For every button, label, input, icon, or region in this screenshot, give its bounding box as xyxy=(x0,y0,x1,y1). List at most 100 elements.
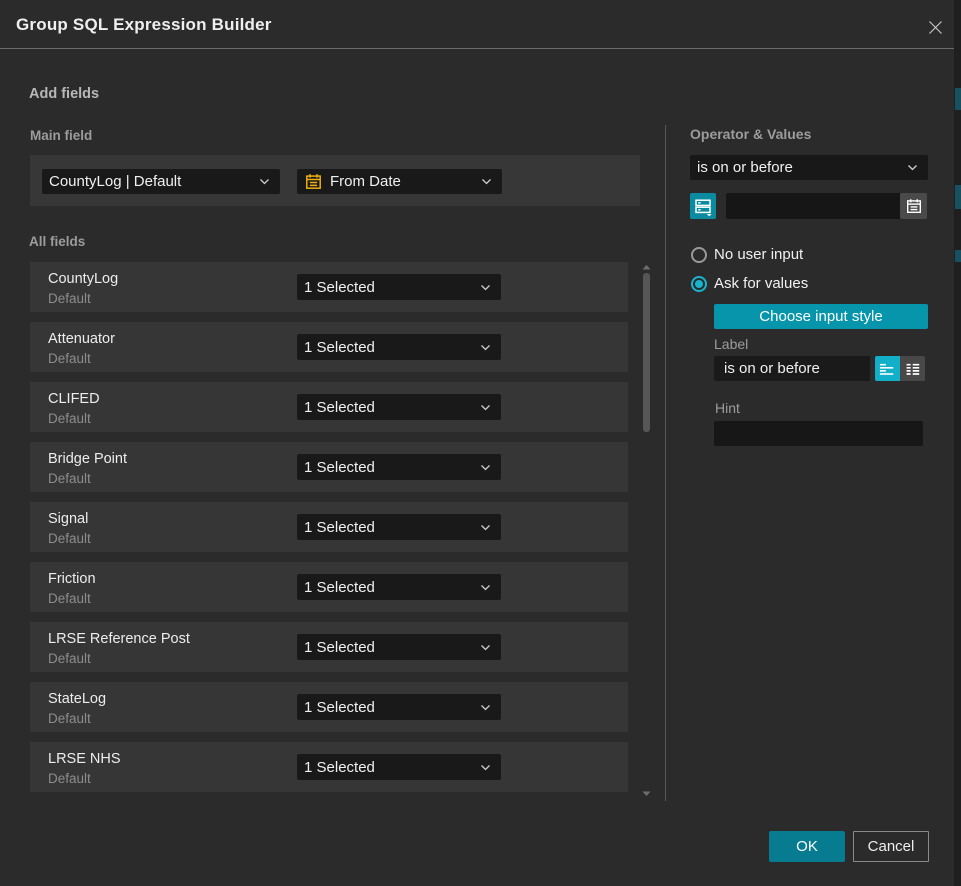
field-name: Signal xyxy=(48,511,88,527)
field-selected-dropdown[interactable]: 1 Selected xyxy=(297,514,501,540)
dialog-title: Group SQL Expression Builder xyxy=(16,15,272,35)
field-row: Bridge Point Default 1 Selected xyxy=(30,442,628,492)
chevron-down-icon xyxy=(480,584,491,591)
field-subtitle: Default xyxy=(48,351,91,366)
field-selected-dropdown[interactable]: 1 Selected xyxy=(297,694,501,720)
radio-checked-icon xyxy=(691,276,707,292)
field-row: Friction Default 1 Selected xyxy=(30,562,628,612)
add-fields-heading: Add fields xyxy=(29,86,99,102)
field-row: Attenuator Default 1 Selected xyxy=(30,322,628,372)
field-name: StateLog xyxy=(48,691,106,707)
chevron-down-icon xyxy=(259,178,270,185)
list-icon xyxy=(900,356,925,381)
cancel-button[interactable]: Cancel xyxy=(853,831,929,862)
field-selected-dropdown[interactable]: 1 Selected xyxy=(297,394,501,420)
value-calendar-button[interactable] xyxy=(900,193,927,219)
field-name: Bridge Point xyxy=(48,451,127,467)
field-selected-value: 1 Selected xyxy=(304,639,480,656)
field-selected-value: 1 Selected xyxy=(304,699,480,716)
field-selected-dropdown[interactable]: 1 Selected xyxy=(297,454,501,480)
chevron-down-icon xyxy=(480,704,491,711)
label-field-label: Label xyxy=(714,336,748,352)
field-name: LRSE Reference Post xyxy=(48,631,190,647)
background-fragment xyxy=(955,250,961,262)
chevron-down-icon xyxy=(480,764,491,771)
field-subtitle: Default xyxy=(48,651,91,666)
input-type-icon xyxy=(690,193,716,219)
scrollbar-down-arrow-icon[interactable] xyxy=(641,790,652,797)
chevron-down-icon xyxy=(480,404,491,411)
calendar-field-icon xyxy=(305,173,322,190)
field-name: CountyLog xyxy=(48,271,118,287)
main-field-layer-value: CountyLog | Default xyxy=(49,173,259,190)
background-app-strip xyxy=(954,0,961,886)
chevron-down-icon xyxy=(480,464,491,471)
main-field-layer-select[interactable]: CountyLog | Default xyxy=(42,169,280,194)
field-row: CLIFED Default 1 Selected xyxy=(30,382,628,432)
field-selected-dropdown[interactable]: 1 Selected xyxy=(297,754,501,780)
all-fields-label: All fields xyxy=(29,234,85,249)
radio-unchecked-icon xyxy=(691,247,707,263)
field-selected-dropdown[interactable]: 1 Selected xyxy=(297,634,501,660)
field-name: CLIFED xyxy=(48,391,100,407)
close-button[interactable] xyxy=(924,18,946,36)
hint-field-label: Hint xyxy=(715,400,740,416)
chevron-down-icon xyxy=(480,344,491,351)
field-selected-dropdown[interactable]: 1 Selected xyxy=(297,574,501,600)
background-fragment xyxy=(955,185,961,209)
field-subtitle: Default xyxy=(48,591,91,606)
field-row: LRSE Reference Post Default 1 Selected xyxy=(30,622,628,672)
field-name: Attenuator xyxy=(48,331,115,347)
choose-input-style-button[interactable]: Choose input style xyxy=(714,304,928,329)
main-field-label: Main field xyxy=(30,128,92,143)
field-selected-value: 1 Selected xyxy=(304,279,480,296)
operator-values-heading: Operator & Values xyxy=(690,126,811,142)
main-field-field-select[interactable]: From Date xyxy=(297,169,502,194)
value-input[interactable] xyxy=(726,193,900,219)
field-selected-value: 1 Selected xyxy=(304,399,480,416)
chevron-down-icon xyxy=(480,284,491,291)
field-selected-value: 1 Selected xyxy=(304,759,480,776)
field-subtitle: Default xyxy=(48,531,91,546)
all-fields-list: CountyLog Default 1 Selected Attenuator … xyxy=(30,262,628,802)
field-row: Signal Default 1 Selected xyxy=(30,502,628,552)
vertical-divider xyxy=(665,125,666,801)
align-left-icon xyxy=(875,356,900,381)
field-selected-value: 1 Selected xyxy=(304,519,480,536)
field-selected-value: 1 Selected xyxy=(304,339,480,356)
field-selected-value: 1 Selected xyxy=(304,579,480,596)
radio-ask-for-values-label: Ask for values xyxy=(714,275,808,292)
close-icon xyxy=(928,20,943,35)
radio-no-user-input[interactable]: No user input xyxy=(691,246,803,263)
field-selected-value: 1 Selected xyxy=(304,459,480,476)
label-style-segment xyxy=(875,356,925,381)
scrollbar-thumb[interactable] xyxy=(643,273,650,432)
background-fragment xyxy=(955,88,961,110)
scrollbar-up-arrow-icon[interactable] xyxy=(641,264,652,271)
field-row: LRSE NHS Default 1 Selected xyxy=(30,742,628,792)
ok-button[interactable]: OK xyxy=(769,831,845,862)
chevron-down-icon xyxy=(481,178,492,185)
chevron-down-icon xyxy=(480,644,491,651)
radio-ask-for-values[interactable]: Ask for values xyxy=(691,275,808,292)
field-name: Friction xyxy=(48,571,96,587)
hint-input[interactable] xyxy=(714,421,923,446)
field-row: StateLog Default 1 Selected xyxy=(30,682,628,732)
field-subtitle: Default xyxy=(48,711,91,726)
chevron-down-icon xyxy=(907,164,918,171)
main-field-field-value: From Date xyxy=(330,173,481,190)
input-type-button[interactable] xyxy=(690,193,716,219)
field-subtitle: Default xyxy=(48,471,91,486)
dialog-header: Group SQL Expression Builder xyxy=(0,0,954,49)
field-subtitle: Default xyxy=(48,411,91,426)
field-name: LRSE NHS xyxy=(48,751,121,767)
field-row: CountyLog Default 1 Selected xyxy=(30,262,628,312)
field-subtitle: Default xyxy=(48,291,91,306)
label-input[interactable] xyxy=(714,356,870,381)
radio-no-user-input-label: No user input xyxy=(714,246,803,263)
field-selected-dropdown[interactable]: 1 Selected xyxy=(297,334,501,360)
list-style-button[interactable] xyxy=(900,356,925,381)
operator-select[interactable]: is on or before xyxy=(690,155,928,180)
single-line-style-button[interactable] xyxy=(875,356,900,381)
field-selected-dropdown[interactable]: 1 Selected xyxy=(297,274,501,300)
